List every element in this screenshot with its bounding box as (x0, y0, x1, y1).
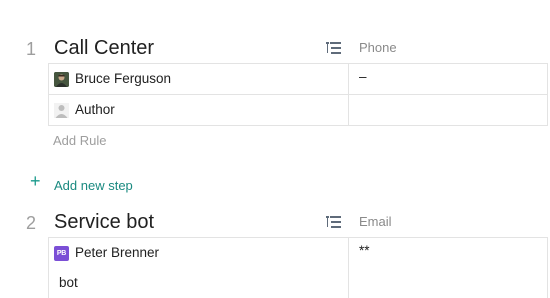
step-number: 2 (26, 213, 37, 233)
assignee-cell[interactable]: Author (49, 95, 349, 125)
add-rule-button[interactable]: Add Rule (53, 133, 106, 148)
assignee-cell[interactable]: Bruce Ferguson (49, 64, 349, 94)
rule-row: Author (48, 95, 548, 126)
rule-row: Bruce Ferguson – (48, 64, 548, 95)
phone-value-cell[interactable]: – (349, 64, 548, 94)
user-silhouette-icon (54, 103, 69, 118)
rules-list-icon[interactable] (326, 216, 341, 228)
avatar (54, 72, 69, 87)
workflow-steps-panel: 1 Call Center Phone Bruce Ferguson – Aut… (0, 0, 550, 298)
step-number: 1 (26, 39, 37, 59)
rules-grid: PB Peter Brenner ** bot (48, 237, 548, 298)
email-value: ** (359, 243, 370, 258)
rule-row: PB Peter Brenner ** (48, 238, 548, 268)
rule-row: bot (48, 268, 548, 298)
phone-value: – (359, 69, 367, 84)
step-title[interactable]: Service bot (54, 211, 154, 234)
assignee-name: Author (75, 102, 115, 117)
phone-value-cell[interactable] (349, 95, 548, 125)
bot-label: bot (59, 275, 78, 290)
field-header-email: Email (359, 214, 392, 229)
avatar: PB (54, 246, 69, 261)
assignee-cell[interactable]: PB Peter Brenner (49, 238, 349, 268)
plus-icon: + (30, 171, 41, 191)
rules-grid: Bruce Ferguson – Author (48, 63, 548, 126)
bot-cell[interactable]: bot (49, 268, 349, 298)
add-new-step-label: Add new step (54, 178, 133, 193)
assignee-name: Peter Brenner (75, 245, 160, 260)
step-title[interactable]: Call Center (54, 37, 154, 60)
assignee-name: Bruce Ferguson (75, 71, 172, 86)
rules-list-icon[interactable] (326, 42, 341, 54)
field-header-phone: Phone (359, 40, 397, 55)
